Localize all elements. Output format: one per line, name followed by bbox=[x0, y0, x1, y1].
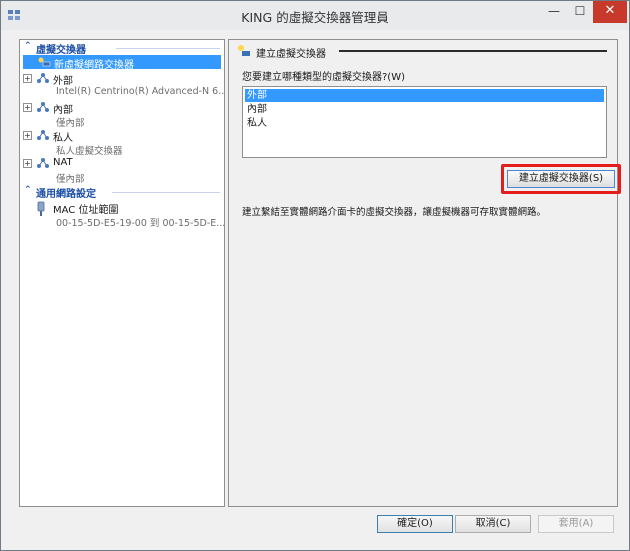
cancel-button[interactable]: 取消(C) bbox=[455, 515, 531, 533]
nav-item-label: MAC 位址範圍 bbox=[53, 205, 119, 216]
network-switch-icon bbox=[37, 130, 49, 140]
nav-item-subtitle: 僅內部 bbox=[56, 118, 85, 129]
expand-icon[interactable]: + bbox=[23, 159, 32, 168]
nav-item-label: 外部 bbox=[53, 76, 73, 87]
minimize-button[interactable]: — bbox=[541, 1, 567, 23]
nav-item-subtitle: 僅內部 bbox=[56, 174, 85, 185]
section-title: 建立虛擬交換器 bbox=[256, 49, 326, 60]
network-switch-icon bbox=[37, 158, 49, 168]
window-title: KING 的虛擬交換器管理員 bbox=[241, 10, 389, 25]
section-divider bbox=[116, 48, 220, 49]
list-item-internal[interactable]: 內部 bbox=[245, 103, 604, 116]
switch-type-label: 您要建立哪種類型的虛擬交換器?(W) bbox=[242, 72, 405, 83]
network-switch-icon bbox=[37, 73, 49, 83]
expand-icon[interactable]: + bbox=[23, 74, 32, 83]
switch-type-list[interactable]: 外部 內部 私人 bbox=[242, 86, 607, 158]
nav-item-mac-range[interactable]: MAC 位址範圍 00-15-5D-E5-19-00 到 00-15-5D-E.… bbox=[20, 200, 224, 230]
nav-item-external[interactable]: + 外部 Intel(R) Centrino(R) Advanced-N 6..… bbox=[20, 71, 224, 99]
nav-item-label: 私人 bbox=[53, 133, 73, 144]
section-divider bbox=[339, 50, 607, 52]
nav-item-label: 內部 bbox=[53, 105, 73, 116]
section-header-virtual-switches[interactable]: ⌃ 虛擬交換器 bbox=[20, 41, 224, 56]
section-header-global-network[interactable]: ⌃ 通用網路設定 bbox=[20, 185, 224, 200]
expand-icon[interactable]: + bbox=[23, 131, 32, 140]
create-switch-button[interactable]: 建立虛擬交換器(S) bbox=[507, 170, 615, 188]
section-label: 虛擬交換器 bbox=[36, 45, 86, 56]
collapse-icon[interactable]: ⌃ bbox=[24, 185, 32, 195]
ok-button[interactable]: 確定(O) bbox=[377, 515, 453, 533]
dialog-client-area: ⌃ 虛擬交換器 新虛擬網路交換器 + 外部 Intel(R) Centrino(… bbox=[9, 31, 621, 544]
description-text: 建立繫結至實體網路介面卡的虛擬交換器，讓虛擬機器可存取實體網路。 bbox=[242, 207, 547, 218]
new-switch-icon bbox=[238, 45, 250, 56]
section-label: 通用網路設定 bbox=[36, 189, 96, 200]
network-switch-icon bbox=[37, 102, 49, 112]
maximize-button[interactable]: ☐ bbox=[567, 1, 593, 23]
nav-item-subtitle: 00-15-5D-E5-19-00 到 00-15-5D-E... bbox=[56, 218, 225, 229]
nav-item-new-switch[interactable]: 新虛擬網路交換器 bbox=[23, 55, 221, 71]
navigation-pane[interactable]: ⌃ 虛擬交換器 新虛擬網路交換器 + 外部 Intel(R) Centrino(… bbox=[19, 39, 225, 507]
list-item-external[interactable]: 外部 bbox=[245, 89, 604, 102]
close-button[interactable]: ✕ bbox=[593, 1, 627, 23]
nav-item-label: NAT bbox=[53, 157, 73, 168]
plug-icon bbox=[37, 201, 45, 216]
nav-item-nat[interactable]: + NAT 僅內部 bbox=[20, 156, 224, 185]
list-item-private[interactable]: 私人 bbox=[245, 117, 604, 130]
section-divider bbox=[112, 192, 220, 193]
apply-button[interactable]: 套用(A) bbox=[538, 515, 614, 533]
collapse-icon[interactable]: ⌃ bbox=[24, 41, 32, 51]
nav-item-subtitle: 私人虛擬交換器 bbox=[56, 146, 123, 157]
nav-item-subtitle: Intel(R) Centrino(R) Advanced-N 6... bbox=[56, 86, 225, 97]
nav-item-private[interactable]: + 私人 私人虛擬交換器 bbox=[20, 128, 224, 157]
nav-item-label: 新虛擬網路交換器 bbox=[54, 60, 134, 71]
expand-icon[interactable]: + bbox=[23, 103, 32, 112]
details-pane: 建立虛擬交換器 您要建立哪種類型的虛擬交換器?(W) 外部 內部 私人 建立虛擬… bbox=[228, 39, 621, 507]
nav-item-internal[interactable]: + 內部 僅內部 bbox=[20, 100, 224, 129]
new-switch-icon bbox=[38, 57, 51, 67]
title-bar: KING 的虛擬交換器管理員 — ☐ ✕ bbox=[1, 1, 629, 30]
switch-manager-window: KING 的虛擬交換器管理員 — ☐ ✕ ⌃ 虛擬交換器 新虛擬網路交換器 + bbox=[0, 0, 630, 551]
